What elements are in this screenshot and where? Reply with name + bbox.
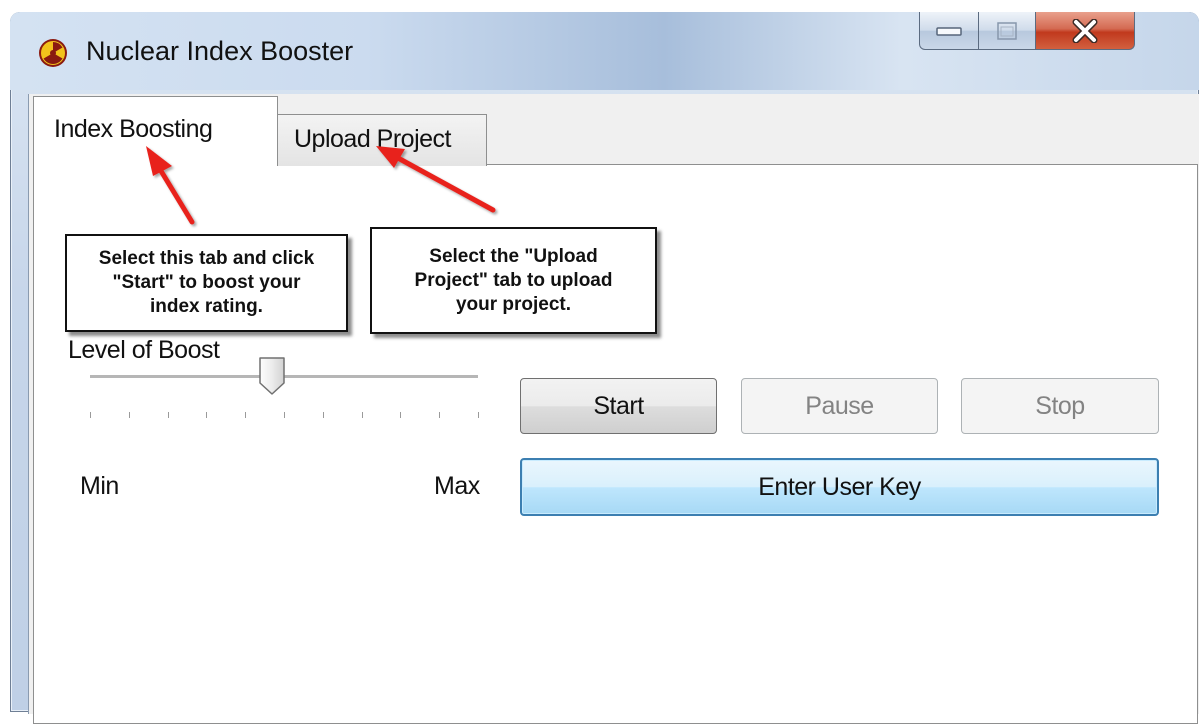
minimize-icon [936, 26, 962, 36]
enter-user-key-button[interactable]: Enter User Key [520, 458, 1159, 516]
tab-label: Index Boosting [54, 115, 213, 143]
slider-tick [439, 412, 441, 418]
slider-min-label: Min [80, 472, 119, 500]
tab-label: Upload Project [294, 125, 451, 153]
title-bar[interactable]: Nuclear Index Booster [10, 12, 1199, 90]
boost-slider-thumb[interactable] [257, 356, 287, 396]
close-icon [1072, 18, 1098, 43]
callout-upload-project: Select the "Upload Project" tab to uploa… [370, 227, 657, 334]
window-title: Nuclear Index Booster [86, 36, 354, 66]
radiation-icon [39, 39, 67, 67]
slider-tick [361, 412, 363, 418]
slider-tick [284, 412, 285, 418]
slider-max-label: Max [434, 472, 480, 500]
stop-button[interactable]: Stop [961, 378, 1159, 434]
minimize-button[interactable] [919, 12, 979, 50]
slider-tick [206, 412, 208, 418]
pause-button[interactable]: Pause [741, 378, 938, 434]
boost-level-label: Level of Boost [68, 336, 220, 364]
slider-tick [245, 412, 247, 418]
maximize-button[interactable] [978, 12, 1036, 50]
callout-index-boosting: Select this tab and click "Start" to boo… [65, 234, 348, 332]
tab-upload-project[interactable]: Upload Project [277, 114, 487, 166]
slider-tick [478, 412, 479, 418]
slider-tick [128, 412, 130, 418]
slider-tick [167, 412, 169, 418]
start-button[interactable]: Start [520, 378, 717, 434]
maximize-icon [997, 21, 1017, 40]
tab-index-boosting[interactable]: Index Boosting [33, 96, 278, 166]
slider-tick [400, 412, 402, 418]
close-button[interactable] [1035, 12, 1135, 50]
slider-tick [322, 412, 324, 418]
slider-tick [90, 412, 91, 418]
